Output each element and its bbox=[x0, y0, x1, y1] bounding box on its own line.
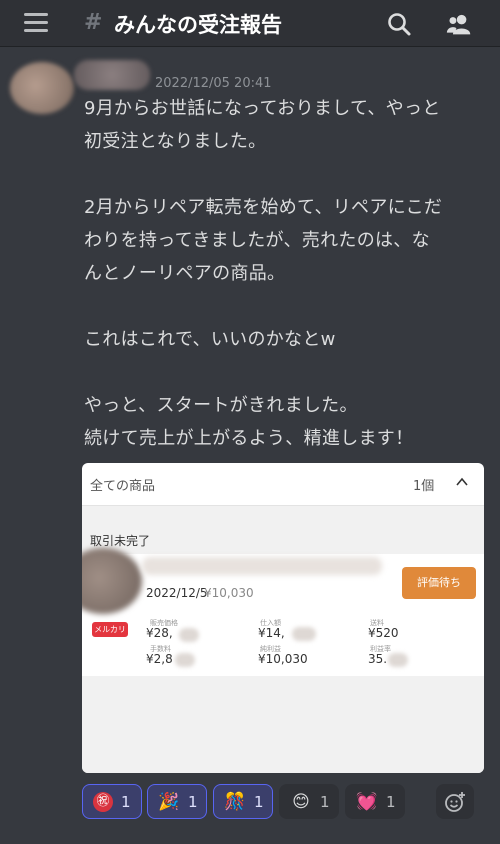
message-timestamp: 2022/12/05 20:41 bbox=[155, 76, 272, 91]
members-icon[interactable] bbox=[446, 11, 472, 37]
card-title: 全ての商品 bbox=[90, 479, 156, 494]
author-name-redacted[interactable] bbox=[74, 60, 150, 90]
message-line: んとノーリペアの商品。 bbox=[84, 263, 286, 284]
reaction-party[interactable]: 🎉 1 bbox=[147, 784, 207, 819]
order-row: 2022/12/5 ¥10,030 評価待ち メルカリ 販売価格 ¥28, 仕入… bbox=[82, 548, 484, 676]
avatar[interactable] bbox=[10, 62, 74, 114]
reaction-smile[interactable]: 😊 1 bbox=[279, 784, 339, 819]
reaction-celebration[interactable]: ㊗ 1 bbox=[82, 784, 142, 819]
order-date: 2022/12/5 bbox=[146, 586, 208, 600]
card-body: 取引未完了 2022/12/5 ¥10,030 評価待ち メルカリ 販売価格 ¥… bbox=[82, 506, 484, 773]
product-thumbnail-redacted bbox=[82, 548, 142, 614]
redacted-value bbox=[292, 627, 316, 641]
channel-title: みんなの受注報告 bbox=[114, 13, 282, 37]
celebration-kanji-icon: ㊗ bbox=[93, 791, 113, 812]
item-count: 1個 bbox=[413, 479, 435, 494]
add-emoji-icon bbox=[445, 792, 465, 812]
smiling-face-icon: 😊 bbox=[292, 791, 310, 812]
reaction-confetti[interactable]: 🎊 1 bbox=[213, 784, 273, 819]
message-line: これはこれで、いいのかなとw bbox=[84, 329, 336, 350]
message-line: 2月からリペア転売を始めて、リペアにこだ bbox=[84, 197, 443, 218]
stat-value: 35. bbox=[368, 652, 388, 666]
message-line: 9月からお世話になっておりまして、やっと bbox=[84, 98, 441, 119]
redacted-value bbox=[179, 628, 199, 642]
order-amount: ¥10,030 bbox=[204, 586, 254, 600]
message-body: 9月からお世話になっておりまして、やっと 初受注となりました。 2月からリペア転… bbox=[84, 92, 484, 455]
party-popper-icon: 🎉 bbox=[158, 791, 180, 812]
add-reaction-button[interactable] bbox=[436, 784, 474, 819]
attached-image[interactable]: 全ての商品 1個 取引未完了 2022/12/5 ¥10,030 評価待ち メル… bbox=[82, 463, 484, 773]
reaction-heart[interactable]: 💓 1 bbox=[345, 784, 405, 819]
pending-label: 取引未完了 bbox=[90, 534, 151, 548]
stat-value: ¥520 bbox=[368, 626, 399, 640]
stat-value: ¥10,030 bbox=[258, 652, 308, 666]
channel-hash-icon: # bbox=[84, 10, 103, 35]
stat-value: ¥14, bbox=[258, 626, 285, 640]
stat-value: ¥2,8 bbox=[146, 652, 173, 666]
chevron-up-icon bbox=[456, 477, 468, 486]
platform-badge: メルカリ bbox=[92, 622, 128, 637]
message-line: 初受注となりました。 bbox=[84, 131, 267, 152]
message-line: やっと、スタートがきれました。 bbox=[84, 395, 358, 416]
message-line: 続けて売上が上がるよう、精進します！ bbox=[84, 428, 414, 449]
redacted-value bbox=[175, 653, 195, 667]
reaction-count: 1 bbox=[320, 792, 330, 811]
redacted-value bbox=[388, 653, 408, 667]
stat-value: ¥28, bbox=[146, 626, 173, 640]
reaction-count: 1 bbox=[386, 792, 396, 811]
reaction-count: 1 bbox=[188, 792, 198, 811]
reaction-count: 1 bbox=[121, 792, 131, 811]
menu-icon[interactable] bbox=[24, 13, 48, 32]
reaction-count: 1 bbox=[254, 792, 264, 811]
search-icon[interactable] bbox=[386, 11, 412, 37]
channel-header: # みんなの受注報告 bbox=[0, 0, 500, 47]
product-name-redacted bbox=[142, 557, 382, 575]
beating-heart-icon: 💓 bbox=[356, 791, 378, 812]
message-line: わりを持ってきましたが、売れたのは、な bbox=[84, 230, 430, 251]
confetti-ball-icon: 🎊 bbox=[224, 791, 246, 812]
awaiting-review-button: 評価待ち bbox=[402, 567, 476, 599]
card-header: 全ての商品 1個 bbox=[82, 463, 484, 506]
